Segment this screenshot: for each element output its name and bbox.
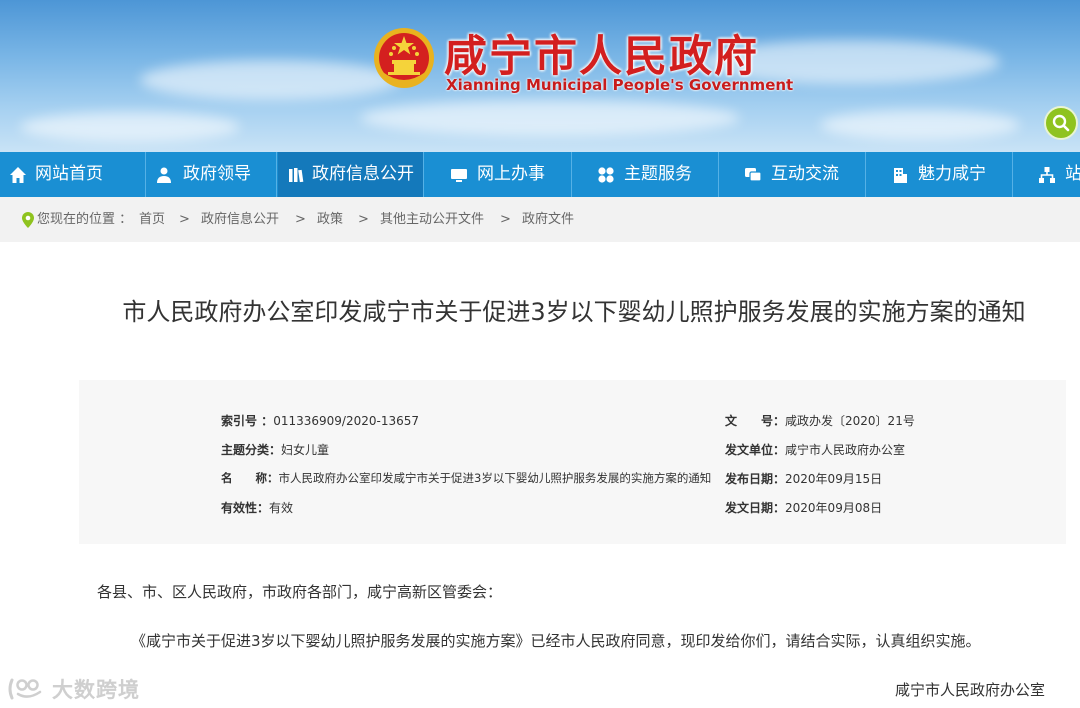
- breadcrumb-item-home[interactable]: 首页: [139, 197, 165, 242]
- monitor-icon: [451, 169, 467, 182]
- meta-publish-date: 发布日期：2020年09月15日: [725, 470, 882, 487]
- nav-item-label: 互动交流: [771, 164, 839, 184]
- meta-label: 发文单位：: [725, 443, 786, 457]
- meta-issue-date: 发文日期：2020年09月08日: [725, 499, 882, 516]
- site-subtitle: Xianning Municipal People's Government: [446, 76, 794, 94]
- cloud-decoration: [20, 112, 240, 142]
- building-icon: [894, 168, 907, 183]
- meta-index: 索引号 ：011336909/2020-13657: [221, 412, 419, 429]
- signer: 咸宁市人民政府办公室: [895, 681, 1046, 699]
- sitemap-icon: [1039, 167, 1055, 183]
- nav-item-sitemap[interactable]: 站: [1014, 152, 1080, 197]
- nav-item-leaders[interactable]: 政府领导: [131, 152, 277, 197]
- watermark-logo-icon: [8, 678, 42, 700]
- books-icon: [289, 168, 304, 183]
- meta-issuer: 发文单位：咸宁市人民政府办公室: [725, 441, 905, 458]
- breadcrumb-separator: >: [179, 212, 190, 227]
- meta-value: 咸宁市人民政府办公室: [785, 443, 906, 457]
- breadcrumb-item-gov-info[interactable]: 政府信息公开: [201, 197, 279, 242]
- site-title: 咸宁市人民政府: [444, 32, 759, 82]
- main-nav: 网站首页 政府领导 政府信息公开 网上办事 主题服务 互动交流 魅力咸宁 站: [0, 152, 1080, 197]
- grid-icon: [598, 167, 614, 183]
- nav-item-home[interactable]: 网站首页: [0, 152, 146, 197]
- nav-item-charm-xianning[interactable]: 魅力咸宁: [867, 152, 1013, 197]
- nav-item-label: 网上办事: [477, 164, 545, 184]
- breadcrumb-separator: >: [358, 212, 369, 227]
- meta-name: 名 称：市人民政府办公室印发咸宁市关于促进3岁以下婴幼儿照护服务发展的实施方案的…: [221, 470, 711, 486]
- cloud-decoration: [360, 100, 740, 136]
- nav-item-interaction[interactable]: 互动交流: [720, 152, 866, 197]
- breadcrumb-item-policy[interactable]: 政策: [317, 197, 343, 242]
- meta-value: 市人民政府办公室印发咸宁市关于促进3岁以下婴幼儿照护服务发展的实施方案的通知: [278, 471, 712, 485]
- breadcrumb-item-other-files[interactable]: 其他主动公开文件: [380, 197, 484, 242]
- meta-label: 发文日期：: [725, 501, 786, 515]
- meta-validity: 有效性：有效: [221, 499, 293, 516]
- meta-value: 咸政办发〔2020〕21号: [785, 414, 915, 428]
- meta-label: 有效性：: [221, 501, 270, 515]
- nav-item-gov-info[interactable]: 政府信息公开: [278, 152, 424, 197]
- breadcrumb-separator: >: [500, 212, 511, 227]
- national-emblem-icon: [374, 28, 434, 88]
- search-icon: [1052, 114, 1070, 132]
- breadcrumb-prefix: 您现在的位置 ：: [37, 212, 133, 227]
- meta-value: 2020年09月08日: [785, 501, 883, 515]
- meta-doc-number: 文 号：咸政办发〔2020〕21号: [725, 412, 915, 429]
- watermark-text: 大数跨境: [52, 678, 140, 702]
- home-icon: [10, 167, 26, 183]
- nav-item-label: 魅力咸宁: [918, 164, 986, 184]
- meta-label: 名 称：: [221, 471, 279, 485]
- nav-item-label: 政府信息公开: [312, 164, 414, 184]
- cloud-decoration: [820, 110, 1020, 140]
- nav-item-label: 主题服务: [624, 164, 692, 184]
- search-button[interactable]: [1044, 106, 1078, 140]
- meta-topic: 主题分类：妇女儿童: [221, 441, 329, 458]
- body-paragraph: 《咸宁市关于促进3岁以下婴幼儿照护服务发展的实施方案》已经市人民政府同意，现印发…: [131, 632, 981, 650]
- people-icon: [157, 167, 171, 183]
- breadcrumb-separator: >: [295, 212, 306, 227]
- breadcrumb-item-gov-files[interactable]: 政府文件: [522, 197, 574, 242]
- nav-item-label: 站: [1065, 164, 1080, 184]
- recipients-paragraph: 各县、市、区人民政府，市政府各部门，咸宁高新区管委会：: [97, 583, 503, 601]
- meta-value: 2020年09月15日: [785, 472, 883, 486]
- meta-label: 主题分类：: [221, 443, 282, 457]
- meta-value: 妇女儿童: [281, 443, 330, 457]
- meta-label: 文 号：: [725, 414, 786, 428]
- nav-item-label: 政府领导: [183, 164, 251, 184]
- meta-value: 有效: [269, 501, 294, 515]
- chat-icon: [745, 168, 762, 182]
- page-title: 市人民政府办公室印发咸宁市关于促进3岁以下婴幼儿照护服务发展的实施方案的通知: [122, 298, 1026, 326]
- nav-item-label: 网站首页: [35, 164, 103, 184]
- nav-item-topic-service[interactable]: 主题服务: [573, 152, 719, 197]
- breadcrumb: 您现在的位置 ： 首页 > 政府信息公开 > 政策 > 其他主动公开文件 > 政…: [0, 197, 1080, 242]
- meta-label: 索引号 ：: [221, 414, 274, 428]
- meta-label: 发布日期：: [725, 472, 786, 486]
- header-banner: 咸宁市人民政府 Xianning Municipal People's Gove…: [0, 0, 1080, 152]
- location-pin-icon: [22, 212, 34, 228]
- cloud-decoration: [140, 60, 400, 100]
- nav-item-online-service[interactable]: 网上办事: [426, 152, 572, 197]
- document-metadata-panel: 索引号 ：011336909/2020-13657 文 号：咸政办发〔2020〕…: [79, 380, 1066, 544]
- meta-value: 011336909/2020-13657: [273, 414, 419, 428]
